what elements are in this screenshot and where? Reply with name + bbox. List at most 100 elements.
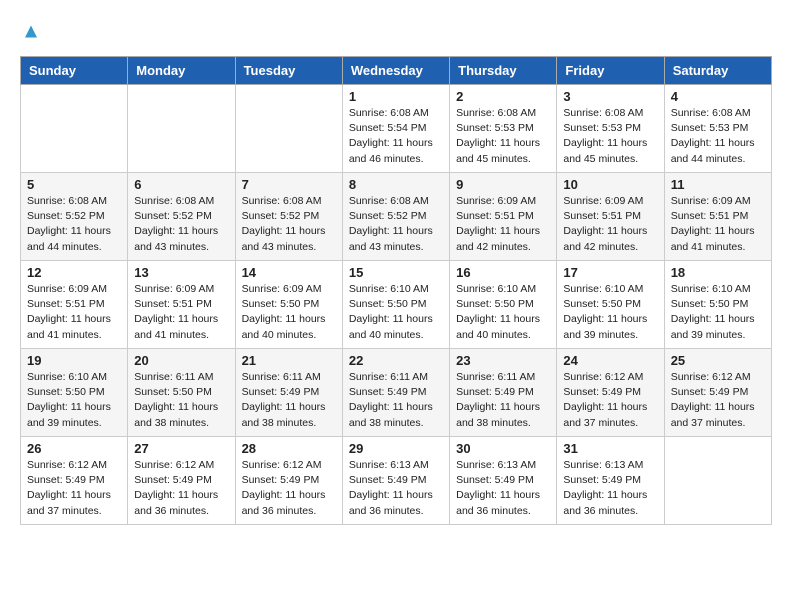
calendar-cell: 6 Sunrise: 6:08 AM Sunset: 5:52 PM Daylig… <box>128 173 235 261</box>
calendar-cell: 16 Sunrise: 6:10 AM Sunset: 5:50 PM Dayli… <box>450 261 557 349</box>
day-number: 17 <box>563 265 657 280</box>
calendar-cell <box>21 85 128 173</box>
day-header-friday: Friday <box>557 57 664 85</box>
day-number: 23 <box>456 353 550 368</box>
day-number: 28 <box>242 441 336 456</box>
day-header-sunday: Sunday <box>21 57 128 85</box>
day-header-tuesday: Tuesday <box>235 57 342 85</box>
day-info: Sunrise: 6:13 AM Sunset: 5:49 PM Dayligh… <box>456 458 550 519</box>
calendar-cell: 3 Sunrise: 6:08 AM Sunset: 5:53 PM Daylig… <box>557 85 664 173</box>
day-number: 13 <box>134 265 228 280</box>
calendar-cell: 27 Sunrise: 6:12 AM Sunset: 5:49 PM Dayli… <box>128 437 235 525</box>
day-number: 26 <box>27 441 121 456</box>
day-info: Sunrise: 6:10 AM Sunset: 5:50 PM Dayligh… <box>671 282 765 343</box>
day-info: Sunrise: 6:13 AM Sunset: 5:49 PM Dayligh… <box>349 458 443 519</box>
calendar-cell: 8 Sunrise: 6:08 AM Sunset: 5:52 PM Daylig… <box>342 173 449 261</box>
logo-icon <box>22 24 40 42</box>
day-info: Sunrise: 6:08 AM Sunset: 5:53 PM Dayligh… <box>563 106 657 167</box>
day-info: Sunrise: 6:12 AM Sunset: 5:49 PM Dayligh… <box>134 458 228 519</box>
calendar-cell: 14 Sunrise: 6:09 AM Sunset: 5:50 PM Dayli… <box>235 261 342 349</box>
day-info: Sunrise: 6:10 AM Sunset: 5:50 PM Dayligh… <box>27 370 121 431</box>
calendar-cell: 30 Sunrise: 6:13 AM Sunset: 5:49 PM Dayli… <box>450 437 557 525</box>
day-number: 9 <box>456 177 550 192</box>
calendar-cell: 26Sunrise: 6:12 AM Sunset: 5:49 PM Dayli… <box>21 437 128 525</box>
logo <box>20 20 40 46</box>
day-header-monday: Monday <box>128 57 235 85</box>
day-number: 8 <box>349 177 443 192</box>
calendar-cell: 28 Sunrise: 6:12 AM Sunset: 5:49 PM Dayli… <box>235 437 342 525</box>
day-info: Sunrise: 6:08 AM Sunset: 5:52 PM Dayligh… <box>349 194 443 255</box>
calendar-cell: 11Sunrise: 6:09 AM Sunset: 5:51 PM Dayli… <box>664 173 771 261</box>
calendar-cell: 13 Sunrise: 6:09 AM Sunset: 5:51 PM Dayli… <box>128 261 235 349</box>
day-number: 27 <box>134 441 228 456</box>
day-number: 31 <box>563 441 657 456</box>
day-info: Sunrise: 6:12 AM Sunset: 5:49 PM Dayligh… <box>563 370 657 431</box>
day-info: Sunrise: 6:13 AM Sunset: 5:49 PM Dayligh… <box>563 458 657 519</box>
day-info: Sunrise: 6:08 AM Sunset: 5:54 PM Dayligh… <box>349 106 443 167</box>
day-number: 21 <box>242 353 336 368</box>
day-number: 11 <box>671 177 765 192</box>
calendar-cell: 21 Sunrise: 6:11 AM Sunset: 5:49 PM Dayli… <box>235 349 342 437</box>
day-number: 19 <box>27 353 121 368</box>
day-number: 24 <box>563 353 657 368</box>
day-number: 30 <box>456 441 550 456</box>
day-number: 4 <box>671 89 765 104</box>
day-info: Sunrise: 6:12 AM Sunset: 5:49 PM Dayligh… <box>242 458 336 519</box>
day-info: Sunrise: 6:08 AM Sunset: 5:52 PM Dayligh… <box>134 194 228 255</box>
calendar-cell: 29 Sunrise: 6:13 AM Sunset: 5:49 PM Dayli… <box>342 437 449 525</box>
day-number: 20 <box>134 353 228 368</box>
day-number: 25 <box>671 353 765 368</box>
calendar-cell: 20 Sunrise: 6:11 AM Sunset: 5:50 PM Dayli… <box>128 349 235 437</box>
day-number: 6 <box>134 177 228 192</box>
calendar-cell: 15 Sunrise: 6:10 AM Sunset: 5:50 PM Dayli… <box>342 261 449 349</box>
day-info: Sunrise: 6:08 AM Sunset: 5:52 PM Dayligh… <box>27 194 121 255</box>
calendar-cell: 1Sunrise: 6:08 AM Sunset: 5:54 PM Daylig… <box>342 85 449 173</box>
day-info: Sunrise: 6:09 AM Sunset: 5:51 PM Dayligh… <box>134 282 228 343</box>
day-number: 12 <box>27 265 121 280</box>
day-info: Sunrise: 6:08 AM Sunset: 5:52 PM Dayligh… <box>242 194 336 255</box>
calendar-week-row: 26 Sunrise: 6:12 AM Sunset: 5:49 PM Dayli… <box>21 437 772 525</box>
day-number: 22 <box>349 353 443 368</box>
day-number: 10 <box>563 177 657 192</box>
day-number: 18 <box>671 265 765 280</box>
day-number: 5 <box>27 177 121 192</box>
day-info: Sunrise: 6:09 AM Sunset: 5:51 PM Dayligh… <box>27 282 121 343</box>
calendar-cell: 9 Sunrise: 6:09 AM Sunset: 5:51 PM Daylig… <box>450 173 557 261</box>
day-info: Sunrise: 6:08 AM Sunset: 5:53 PM Dayligh… <box>456 106 550 167</box>
day-info: Sunrise: 6:08 AM Sunset: 5:53 PM Dayligh… <box>671 106 765 167</box>
day-info: Sunrise: 6:11 AM Sunset: 5:49 PM Dayligh… <box>349 370 443 431</box>
day-info: Sunrise: 6:10 AM Sunset: 5:50 PM Dayligh… <box>349 282 443 343</box>
day-info: Sunrise: 6:09 AM Sunset: 5:51 PM Dayligh… <box>563 194 657 255</box>
day-info: Sunrise: 6:09 AM Sunset: 5:51 PM Dayligh… <box>456 194 550 255</box>
calendar-cell: 17 Sunrise: 6:10 AM Sunset: 5:50 PM Dayli… <box>557 261 664 349</box>
day-info: Sunrise: 6:10 AM Sunset: 5:50 PM Dayligh… <box>456 282 550 343</box>
calendar-cell: 10 Sunrise: 6:09 AM Sunset: 5:51 PM Dayli… <box>557 173 664 261</box>
calendar-table: SundayMondayTuesdayWednesdayThursdayFrid… <box>20 56 772 525</box>
calendar-cell <box>128 85 235 173</box>
day-number: 16 <box>456 265 550 280</box>
calendar-cell: 2 Sunrise: 6:08 AM Sunset: 5:53 PM Daylig… <box>450 85 557 173</box>
calendar-week-row: 1Sunrise: 6:08 AM Sunset: 5:54 PM Daylig… <box>21 85 772 173</box>
day-number: 7 <box>242 177 336 192</box>
day-number: 3 <box>563 89 657 104</box>
day-number: 15 <box>349 265 443 280</box>
day-number: 29 <box>349 441 443 456</box>
calendar-cell: 31 Sunrise: 6:13 AM Sunset: 5:49 PM Dayli… <box>557 437 664 525</box>
day-number: 2 <box>456 89 550 104</box>
day-header-saturday: Saturday <box>664 57 771 85</box>
day-number: 14 <box>242 265 336 280</box>
calendar-cell: 22 Sunrise: 6:11 AM Sunset: 5:49 PM Dayli… <box>342 349 449 437</box>
calendar-week-row: 12 Sunrise: 6:09 AM Sunset: 5:51 PM Dayli… <box>21 261 772 349</box>
day-info: Sunrise: 6:11 AM Sunset: 5:50 PM Dayligh… <box>134 370 228 431</box>
day-info: Sunrise: 6:09 AM Sunset: 5:50 PM Dayligh… <box>242 282 336 343</box>
calendar-cell <box>664 437 771 525</box>
calendar-week-row: 19 Sunrise: 6:10 AM Sunset: 5:50 PM Dayli… <box>21 349 772 437</box>
day-header-wednesday: Wednesday <box>342 57 449 85</box>
calendar-cell: 23 Sunrise: 6:11 AM Sunset: 5:49 PM Dayli… <box>450 349 557 437</box>
day-info: Sunrise: 6:11 AM Sunset: 5:49 PM Dayligh… <box>456 370 550 431</box>
calendar-cell: 24 Sunrise: 6:12 AM Sunset: 5:49 PM Dayli… <box>557 349 664 437</box>
day-info: Sunrise: 6:12 AM Sunset: 5:49 PM Dayligh… <box>671 370 765 431</box>
day-info: Sunrise: 6:10 AM Sunset: 5:50 PM Dayligh… <box>563 282 657 343</box>
day-header-thursday: Thursday <box>450 57 557 85</box>
day-info: Sunrise: 6:11 AM Sunset: 5:49 PM Dayligh… <box>242 370 336 431</box>
